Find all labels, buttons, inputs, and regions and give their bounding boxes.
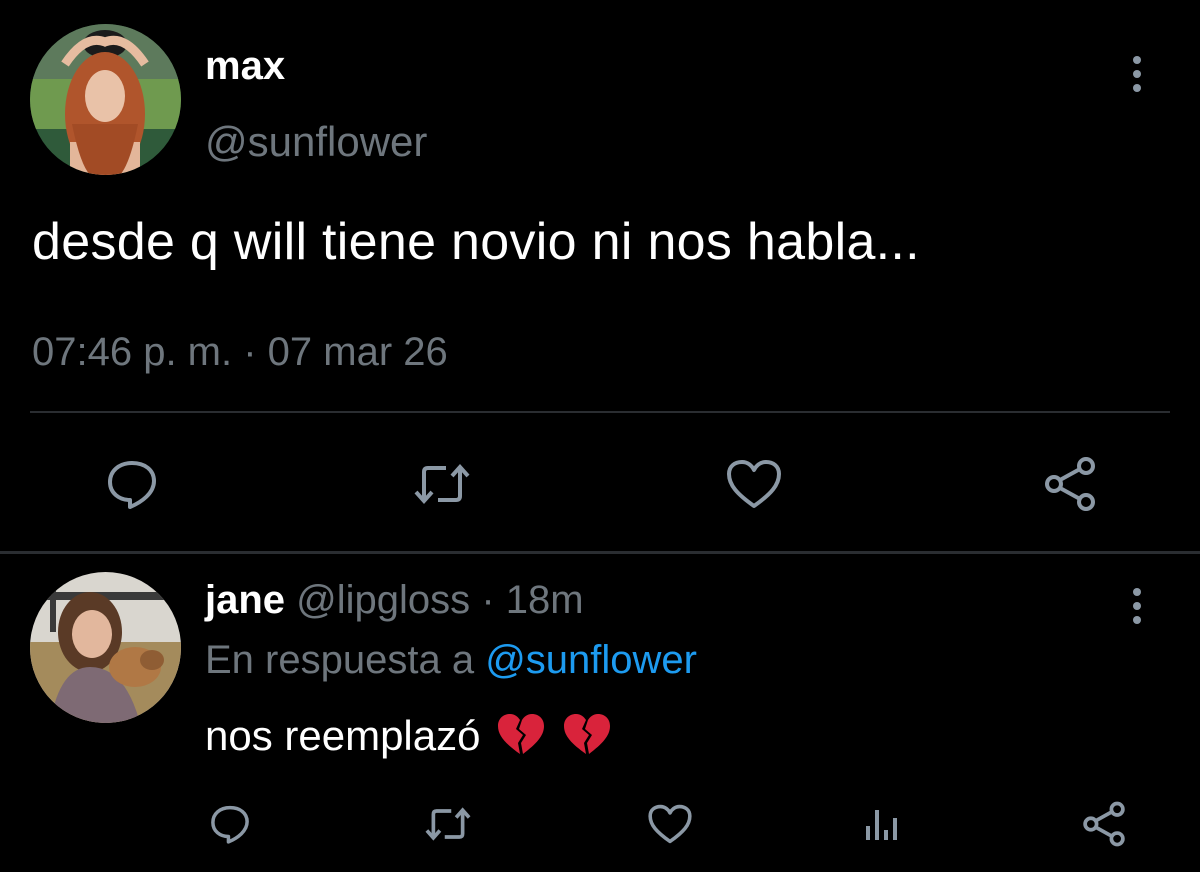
author-handle[interactable]: @lipgloss	[296, 578, 470, 622]
more-options-icon[interactable]	[1120, 52, 1154, 96]
share-icon[interactable]	[1074, 796, 1134, 852]
tweet-time-ago[interactable]: 18m	[506, 578, 584, 622]
section-divider	[0, 551, 1200, 554]
broken-heart-icon	[496, 712, 546, 766]
reply-icon[interactable]	[200, 796, 260, 852]
author-name[interactable]: jane	[205, 578, 285, 622]
tweet-text: desde q will tiene novio ni nos habla...	[32, 213, 920, 271]
divider	[30, 411, 1170, 413]
stats-icon[interactable]	[852, 796, 912, 852]
separator: ·	[481, 578, 495, 622]
reply-header: jane @lipgloss · 18m	[205, 578, 584, 623]
retweet-icon[interactable]	[404, 452, 480, 516]
reply-context: En respuesta a @sunflower	[205, 638, 697, 683]
more-options-icon[interactable]	[1120, 584, 1154, 628]
author-name[interactable]: max	[205, 44, 285, 89]
avatar-max[interactable]	[30, 24, 181, 175]
like-icon[interactable]	[640, 796, 700, 852]
reply-context-mention[interactable]: @sunflower	[485, 638, 697, 682]
broken-heart-icon	[562, 712, 612, 766]
author-handle[interactable]: @sunflower	[205, 118, 427, 166]
tweet-text: nos reemplazó	[205, 712, 612, 766]
share-icon[interactable]	[1036, 452, 1104, 516]
reply-icon[interactable]	[98, 452, 166, 516]
tweet-text-content: nos reemplazó	[205, 712, 481, 760]
like-icon[interactable]	[720, 452, 788, 516]
tweet-timestamp[interactable]: 07:46 p. m. · 07 mar 26	[32, 330, 448, 375]
avatar-jane[interactable]	[30, 572, 181, 723]
retweet-icon[interactable]	[416, 796, 480, 852]
reply-context-prefix: En respuesta a	[205, 638, 475, 682]
